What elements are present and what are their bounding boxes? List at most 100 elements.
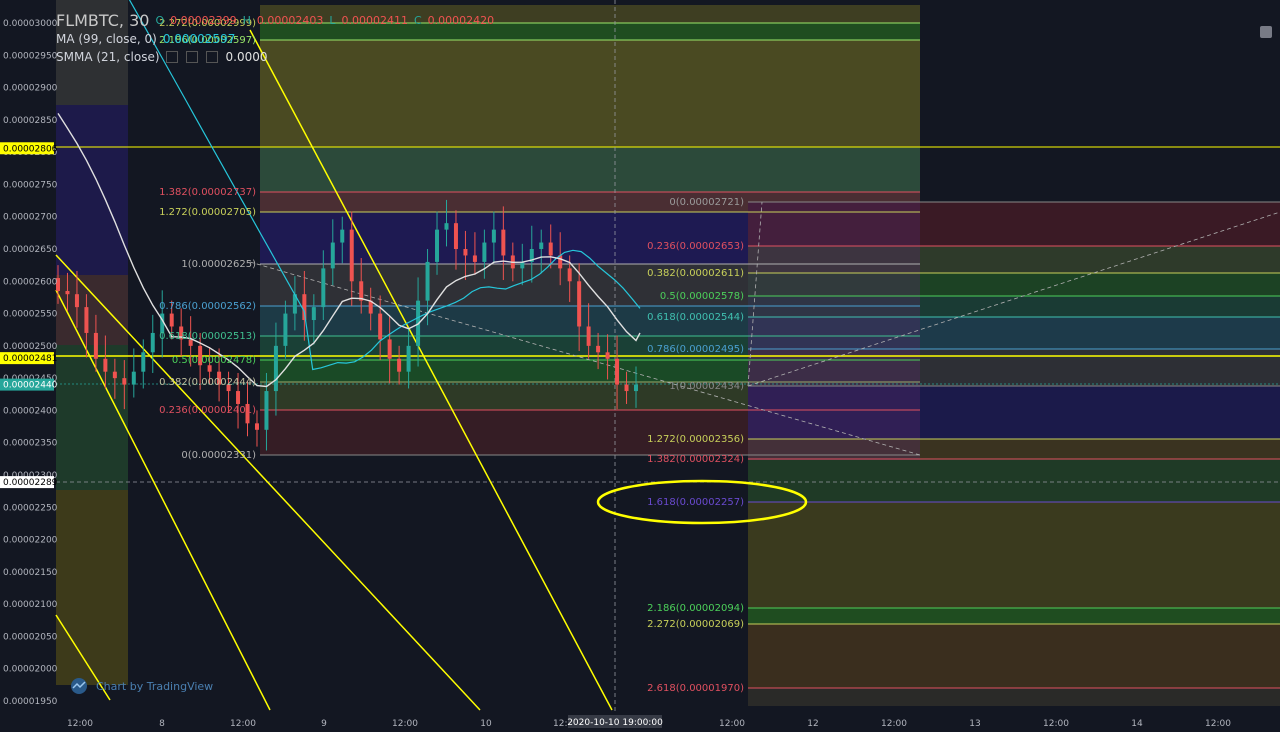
candle-body bbox=[112, 371, 117, 379]
candle-body bbox=[634, 384, 638, 392]
zone-r-green2 bbox=[748, 459, 1280, 502]
symbol-label[interactable]: FLMBTC, 30 bbox=[56, 12, 149, 30]
time-tick-label: 12:00 bbox=[230, 719, 256, 728]
fib-left-labels: 2.272(0.00002999) 2.186(0.00002597) 1.38… bbox=[159, 18, 256, 461]
candle-body bbox=[122, 378, 127, 385]
price-tick-label: 0.00002700 bbox=[3, 213, 58, 223]
time-tick-label: 12:00 bbox=[67, 719, 93, 728]
zone-r-brown2 bbox=[748, 624, 1280, 688]
price-tick-label: 0.00002550 bbox=[3, 310, 58, 320]
fib-label: 1.272(0.00002356) bbox=[647, 434, 744, 445]
candle-body bbox=[302, 294, 307, 321]
price-tick-label: 0.00002950 bbox=[3, 51, 58, 61]
candle-body bbox=[378, 313, 383, 340]
indicator-close-icon[interactable] bbox=[205, 51, 218, 63]
price-tick-label: 0.00002350 bbox=[3, 439, 58, 449]
candle-body bbox=[264, 391, 269, 430]
candle-body bbox=[254, 423, 259, 430]
fib-label: 1(0.00002434) bbox=[669, 381, 744, 392]
candle-body bbox=[141, 352, 146, 372]
zone-left-navy bbox=[56, 105, 128, 275]
tradingview-watermark[interactable]: Chart by TradingView bbox=[68, 678, 213, 694]
price-tick-label: 0.00002150 bbox=[3, 568, 58, 578]
price-tick-label: 0.00002900 bbox=[3, 84, 58, 94]
time-tick-label: 9 bbox=[321, 719, 327, 728]
fib-label: 2.186(0.00002094) bbox=[647, 603, 744, 614]
ma-indicator-value: 0.00002597 bbox=[162, 32, 236, 46]
time-tick-label: 12:00 bbox=[719, 719, 745, 728]
candle-body bbox=[321, 268, 326, 308]
time-tick-label: 14 bbox=[1131, 719, 1143, 728]
fib-label: 1.272(0.00002705) bbox=[159, 207, 256, 218]
zone-left-green bbox=[56, 345, 128, 490]
candle-body bbox=[406, 345, 411, 372]
ohlc-c-value: 0.00002420 bbox=[427, 14, 495, 27]
candle-body bbox=[453, 223, 458, 249]
ohlc-o-value: 0.00002399 bbox=[170, 14, 237, 27]
price-badge-label: 0.00002806 bbox=[3, 144, 58, 154]
candle-body bbox=[65, 290, 70, 295]
candle-body bbox=[340, 229, 345, 243]
fib-label: 0.618(0.00002544) bbox=[647, 312, 744, 323]
price-tick-label: 0.00002400 bbox=[3, 406, 58, 416]
price-tick-label: 0.00002750 bbox=[3, 180, 58, 190]
price-tick-label: 0.00002000 bbox=[3, 665, 58, 675]
price-tick-label: 0.00002100 bbox=[3, 600, 58, 610]
fib-label: 1.618(0.00002257) bbox=[647, 497, 744, 508]
candle-body bbox=[482, 242, 487, 262]
candle-body bbox=[605, 352, 610, 359]
fib-label: 0.786(0.00002562) bbox=[159, 301, 256, 312]
ma-indicator-label[interactable]: MA (99, close, 0) bbox=[56, 30, 157, 48]
candle-body bbox=[150, 332, 155, 353]
fib-label: 0.236(0.00002401) bbox=[159, 405, 256, 416]
candle-body bbox=[548, 242, 553, 256]
fib-label: 0.382(0.00002444) bbox=[159, 377, 256, 388]
candle-body bbox=[463, 249, 468, 256]
zone-r-olive2 bbox=[748, 502, 1280, 608]
candle-body bbox=[273, 345, 278, 392]
zone-r-end bbox=[748, 688, 1280, 706]
price-tick-label: 0.00001950 bbox=[3, 697, 58, 707]
fib-label: 0(0.00002331) bbox=[181, 450, 256, 461]
chart-pane[interactable]: 2.272(0.00002999) 2.186(0.00002597) 1.38… bbox=[0, 0, 1280, 729]
candle-body bbox=[169, 313, 174, 327]
ohlc-c-label: C bbox=[413, 14, 422, 27]
candle-body bbox=[311, 307, 316, 321]
price-tick-label: 0.00002850 bbox=[3, 116, 58, 126]
price-badge-label: 0.00002481 bbox=[3, 354, 57, 364]
time-tick-label: 10 bbox=[480, 719, 492, 728]
cloud-icon bbox=[71, 678, 87, 694]
price-tick-label: 0.00002200 bbox=[3, 536, 58, 546]
indicator-eye-icon[interactable] bbox=[165, 51, 178, 63]
price-badge-label: 0.00002289 bbox=[3, 478, 58, 488]
fib-label: 0.5(0.00002578) bbox=[660, 291, 744, 302]
candle-body bbox=[397, 358, 402, 372]
candle-body bbox=[586, 326, 591, 346]
price-tick-label: 0.00002050 bbox=[3, 632, 58, 642]
ohlc-o-label: O bbox=[155, 14, 165, 27]
candle-body bbox=[93, 332, 98, 359]
chart-legend: FLMBTC, 30 O 0.00002399 H 0.00002403 L 0… bbox=[56, 12, 494, 66]
candle-body bbox=[567, 268, 572, 282]
crosshair-time-label: 2020-10-10 19:00:00 bbox=[567, 718, 663, 728]
candle-body bbox=[387, 339, 392, 359]
smma-indicator-label[interactable]: SMMA (21, close) bbox=[56, 48, 160, 66]
candle-body bbox=[283, 313, 288, 346]
candle-body bbox=[207, 365, 212, 372]
candle-body bbox=[472, 255, 477, 262]
candle-body bbox=[330, 242, 335, 269]
zone-r-green3 bbox=[748, 608, 1280, 624]
price-chart[interactable]: 2.272(0.00002999) 2.186(0.00002597) 1.38… bbox=[0, 0, 1280, 729]
candle-body bbox=[74, 294, 79, 308]
candle-body bbox=[444, 223, 449, 230]
time-tick-label: 12:00 bbox=[392, 719, 418, 728]
zone-teal-grey bbox=[260, 147, 920, 192]
zone-r-overlap bbox=[748, 202, 920, 460]
fib-label: 2.272(0.00002069) bbox=[647, 619, 744, 630]
fib-label: 0.382(0.00002611) bbox=[647, 268, 744, 279]
price-tick-label: 0.00003000 bbox=[3, 19, 58, 29]
time-tick-label: 8 bbox=[159, 719, 165, 728]
indicator-settings-icon[interactable] bbox=[185, 51, 198, 63]
fullscreen-icon[interactable] bbox=[1260, 26, 1272, 38]
candle-body bbox=[359, 281, 364, 301]
